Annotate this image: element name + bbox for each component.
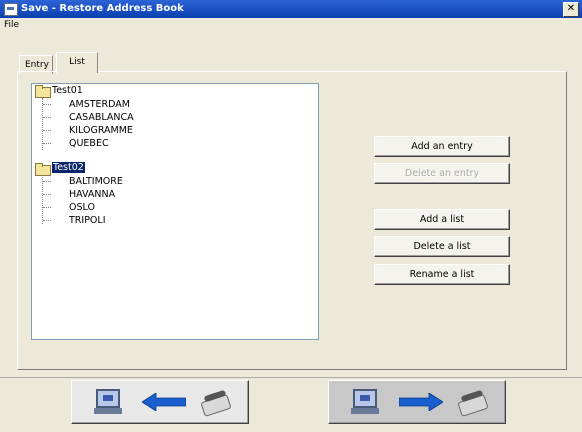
menu-bar: File	[0, 18, 582, 33]
tree-entry-node[interactable]: TRIPOLI	[69, 214, 106, 227]
address-list-tree[interactable]: Test01 AMSTERDAM CASABLANCA KILOGRAMME Q…	[31, 83, 319, 340]
tree-entry-node[interactable]: AMSTERDAM	[69, 98, 130, 111]
tree-list-node-selected[interactable]: Test02	[52, 161, 85, 174]
restore-from-fax-button[interactable]	[71, 380, 249, 424]
tree-entry-node[interactable]: KILOGRAMME	[69, 124, 133, 137]
add-list-button[interactable]: Add a list	[374, 209, 510, 230]
folder-open-icon	[35, 85, 51, 98]
tree-connector	[43, 194, 51, 195]
tree-list-node-label: Test02	[52, 162, 85, 173]
tree-connector	[43, 104, 51, 105]
tree-connector	[43, 181, 51, 182]
arrow-right-icon	[399, 393, 443, 411]
close-icon: ✕	[566, 3, 576, 14]
tree-entry-node[interactable]: QUEBEC	[69, 137, 109, 150]
tree-connector	[43, 207, 51, 208]
tree-connector	[43, 117, 51, 118]
fax-icon	[457, 389, 489, 417]
tree-entry-node[interactable]: OSLO	[69, 201, 95, 214]
tree-entry-node[interactable]: HAVANNA	[69, 188, 115, 201]
menu-file[interactable]: File	[4, 20, 19, 30]
app-icon	[4, 3, 18, 16]
add-entry-button[interactable]: Add an entry	[374, 136, 510, 157]
folder-open-icon	[35, 163, 51, 176]
delete-list-button[interactable]: Delete a list	[374, 236, 510, 257]
tree-connector	[43, 220, 51, 221]
arrow-left-icon	[142, 393, 186, 411]
tree-list-node[interactable]: Test01	[52, 84, 83, 97]
tree-connector	[43, 130, 51, 131]
tree-entry-node[interactable]: CASABLANCA	[69, 111, 134, 124]
save-to-fax-button[interactable]	[328, 380, 506, 424]
delete-entry-button[interactable]: Delete an entry	[374, 163, 510, 184]
rename-list-button[interactable]: Rename a list	[374, 264, 510, 285]
tree-connector	[42, 175, 43, 224]
fax-icon	[200, 389, 232, 417]
window-title: Save - Restore Address Book	[21, 3, 184, 14]
computer-icon	[94, 389, 124, 415]
tab-list[interactable]: List	[56, 52, 98, 73]
tree-connector	[43, 143, 51, 144]
tree-entry-node[interactable]: BALTIMORE	[69, 175, 123, 188]
title-bar: Save - Restore Address Book ✕	[0, 0, 582, 18]
computer-icon	[351, 389, 381, 415]
close-button[interactable]: ✕	[563, 2, 579, 17]
